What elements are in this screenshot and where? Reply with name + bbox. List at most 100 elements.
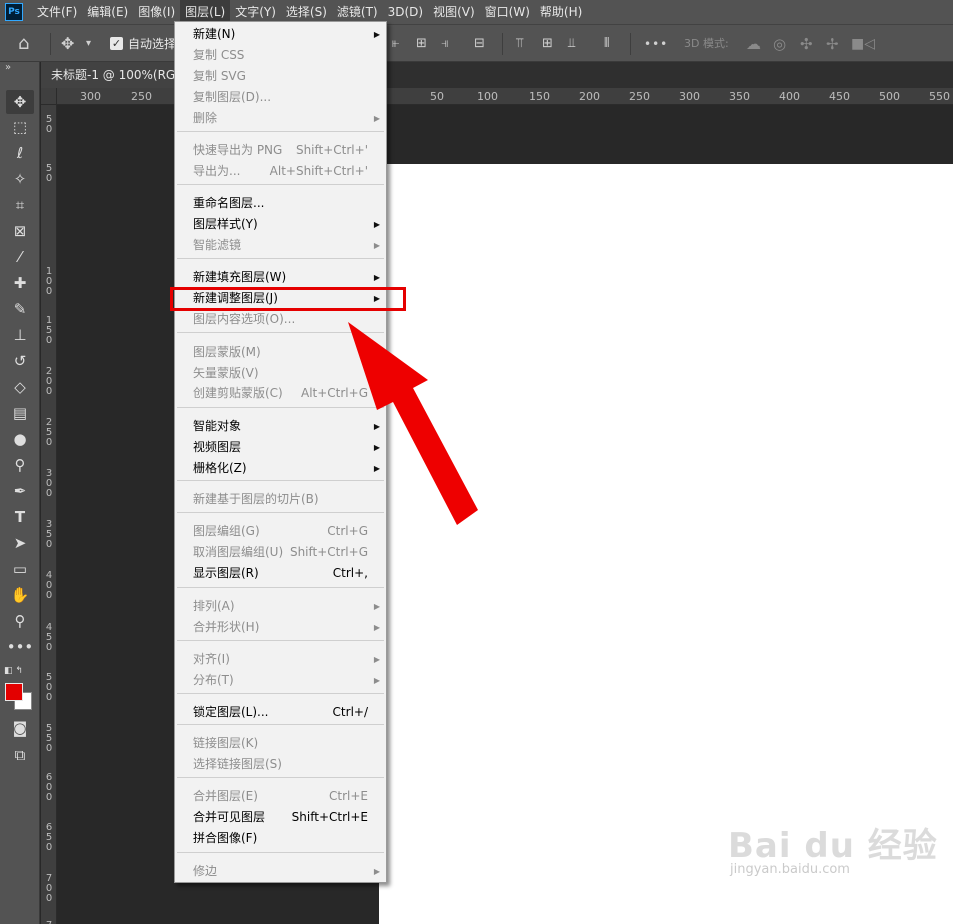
hand-tool-icon[interactable]: ✋ bbox=[6, 583, 34, 607]
rectangle-tool-icon[interactable]: ▭ bbox=[6, 557, 34, 581]
menu-item-label: 重命名图层... bbox=[193, 196, 265, 210]
layer-menu-item[interactable]: 复制 CSS bbox=[175, 45, 386, 66]
gradient-tool-icon[interactable]: ▤ bbox=[6, 401, 34, 425]
layer-menu-item[interactable]: 合并可见图层 Shift+Ctrl+E bbox=[175, 807, 386, 828]
edit-toolbar-icon[interactable]: ••• bbox=[6, 635, 34, 659]
quick-mask-icon[interactable]: ◙ bbox=[6, 716, 34, 740]
layer-menu-item[interactable]: 合并图层(E) Ctrl+E bbox=[175, 786, 386, 807]
menu-item-shortcut: Ctrl+/ bbox=[332, 705, 368, 719]
more-options-icon[interactable]: ••• bbox=[644, 25, 668, 63]
panel-collapse-icon[interactable]: » bbox=[5, 62, 11, 73]
menu-view[interactable]: 视图(V) bbox=[428, 0, 480, 24]
layer-menu-item[interactable]: 分布(T) ▶ bbox=[175, 670, 386, 691]
layer-menu-item[interactable]: 对齐(I) ▶ bbox=[175, 649, 386, 670]
ruler-tick-label: 350 bbox=[729, 90, 750, 103]
align-top-icon[interactable]: ⫪ bbox=[516, 25, 523, 63]
menu-item-label: 矢量蒙版(V) bbox=[193, 366, 259, 380]
menu-item-label: 锁定图层(L)... bbox=[193, 705, 269, 719]
distribute-vertical-icon[interactable]: ⫴ bbox=[604, 25, 609, 63]
3d-orbit-icon[interactable]: ☁ bbox=[746, 25, 761, 63]
submenu-arrow-icon: ▶ bbox=[373, 30, 380, 39]
layer-menu-item[interactable]: 删除 ▶ bbox=[175, 108, 386, 129]
menu-item-shortcut: Shift+Ctrl+E bbox=[291, 810, 368, 824]
ruler-tick-label: 500 bbox=[879, 90, 900, 103]
layer-menu-item[interactable]: 选择链接图层(S) bbox=[175, 754, 386, 775]
type-tool-icon[interactable]: T bbox=[6, 505, 34, 529]
align-left-icon[interactable]: ⫦ bbox=[392, 25, 399, 63]
submenu-arrow-icon: ▶ bbox=[373, 241, 380, 250]
ruler-tick-label: 1 0 0 bbox=[45, 266, 53, 297]
move-tool-icon[interactable]: ✥ bbox=[6, 90, 34, 114]
ruler-tick-label: 50 bbox=[430, 90, 444, 103]
lasso-tool-icon[interactable]: ℓ bbox=[6, 141, 34, 165]
options-bar: ⌂ ✥ ▾ ✓ 自动选择 ⫦ ⊞ ⫣ ⊟ ⫪ ⊞ ⫫ ⫴ ••• 3D 模式: … bbox=[0, 24, 953, 62]
layer-menu-item[interactable]: 合并形状(H) ▶ bbox=[175, 617, 386, 638]
path-selection-tool-icon[interactable]: ➤ bbox=[6, 531, 34, 555]
menu-item-label: 对齐(I) bbox=[193, 652, 230, 666]
menu-separator bbox=[177, 640, 384, 641]
layer-menu-item[interactable]: 复制 SVG bbox=[175, 66, 386, 87]
menu-3d[interactable]: 3D(D) bbox=[383, 0, 428, 24]
pen-tool-icon[interactable]: ✒ bbox=[6, 479, 34, 503]
layer-menu-item[interactable]: 快速导出为 PNG Shift+Ctrl+' bbox=[175, 140, 386, 161]
home-icon[interactable]: ⌂ bbox=[18, 25, 29, 63]
dodge-tool-icon[interactable]: ⚲ bbox=[6, 453, 34, 477]
swap-colors-icon[interactable]: ◧ ↰ bbox=[4, 666, 23, 676]
distribute-icon[interactable]: ⊟ bbox=[474, 25, 485, 63]
magic-wand-tool-icon[interactable]: ✧ bbox=[6, 167, 34, 191]
layer-menu-item[interactable]: 锁定图层(L)... Ctrl+/ bbox=[175, 702, 386, 723]
layer-menu-item[interactable]: 排列(A) ▶ bbox=[175, 596, 386, 617]
3d-roll-icon[interactable]: ◎ bbox=[773, 25, 786, 63]
ruler-tick-label: 250 bbox=[131, 90, 152, 103]
foreground-color-swatch[interactable] bbox=[5, 683, 23, 701]
ruler-tick-label: 300 bbox=[679, 90, 700, 103]
auto-select-label: 自动选择 bbox=[128, 37, 177, 51]
layer-menu-item[interactable]: 显示图层(R) Ctrl+, bbox=[175, 563, 386, 584]
layer-menu-item[interactable]: 智能滤镜 ▶ bbox=[175, 235, 386, 256]
layer-menu-item[interactable]: 重命名图层... bbox=[175, 193, 386, 214]
submenu-arrow-icon: ▶ bbox=[373, 676, 380, 685]
menu-item-label: 复制 CSS bbox=[193, 48, 245, 62]
healing-brush-tool-icon[interactable]: ✚ bbox=[6, 271, 34, 295]
screen-mode-icon[interactable]: ⧉ bbox=[6, 743, 34, 767]
align-right-icon[interactable]: ⫣ bbox=[441, 25, 449, 63]
zoom-tool-icon[interactable]: ⚲ bbox=[6, 609, 34, 633]
auto-select-checkbox[interactable]: ✓ bbox=[110, 37, 123, 50]
layer-menu-item[interactable]: 取消图层编组(U) Shift+Ctrl+G bbox=[175, 542, 386, 563]
layer-menu-item[interactable]: 复制图层(D)... bbox=[175, 87, 386, 108]
history-brush-tool-icon[interactable]: ↺ bbox=[6, 349, 34, 373]
align-middle-icon[interactable]: ⊞ bbox=[542, 25, 553, 63]
layer-menu-item[interactable]: 修边 ▶ bbox=[175, 861, 386, 882]
chevron-down-icon[interactable]: ▾ bbox=[86, 25, 91, 63]
menu-separator bbox=[177, 724, 384, 725]
layer-menu-item[interactable]: 导出为... Alt+Shift+Ctrl+' bbox=[175, 161, 386, 182]
3d-slide-icon[interactable]: ✢ bbox=[826, 25, 839, 63]
align-bottom-icon[interactable]: ⫫ bbox=[568, 25, 575, 63]
3d-camera-icon[interactable]: ■◁ bbox=[851, 25, 875, 63]
crop-tool-icon[interactable]: ⌗ bbox=[6, 193, 34, 217]
menu-edit[interactable]: 编辑(E) bbox=[82, 0, 133, 24]
ruler-tick-label: 4 0 0 bbox=[45, 570, 53, 601]
menu-help[interactable]: 帮助(H) bbox=[535, 0, 587, 24]
eyedropper-tool-icon[interactable]: ⁄ bbox=[6, 245, 34, 269]
blur-tool-icon[interactable]: ● bbox=[6, 427, 34, 451]
vertical-ruler[interactable]: 5 0 5 0 1 0 0 1 5 0 2 0 0 2 5 0 3 0 0 3 5 0 4 0 … bbox=[41, 105, 57, 924]
layer-menu-item[interactable]: 图层样式(Y) ▶ bbox=[175, 214, 386, 235]
stamp-tool-icon[interactable]: ⊥ bbox=[6, 323, 34, 347]
align-center-icon[interactable]: ⊞ bbox=[416, 25, 427, 63]
layer-menu-item[interactable]: 拼合图像(F) bbox=[175, 828, 386, 849]
layer-menu-item[interactable]: 链接图层(K) bbox=[175, 733, 386, 754]
menu-file[interactable]: 文件(F) bbox=[32, 0, 82, 24]
brush-tool-icon[interactable]: ✎ bbox=[6, 297, 34, 321]
menu-window[interactable]: 窗口(W) bbox=[480, 0, 535, 24]
layer-menu-item[interactable]: 新建(N) ▶ bbox=[175, 24, 386, 45]
eraser-tool-icon[interactable]: ◇ bbox=[6, 375, 34, 399]
menu-item-label: 选择链接图层(S) bbox=[193, 757, 282, 771]
3d-pan-icon[interactable]: ✣ bbox=[800, 25, 813, 63]
document-tab[interactable]: 未标题-1 @ 100%(RGB/8) bbox=[41, 62, 181, 88]
move-tool-icon[interactable]: ✥ bbox=[61, 25, 74, 63]
marquee-tool-icon[interactable]: ⬚ bbox=[6, 115, 34, 139]
frame-tool-icon[interactable]: ⊠ bbox=[6, 219, 34, 243]
document-canvas[interactable] bbox=[379, 164, 953, 924]
layer-menu-item[interactable]: 新建填充图层(W) ▶ bbox=[175, 267, 386, 288]
